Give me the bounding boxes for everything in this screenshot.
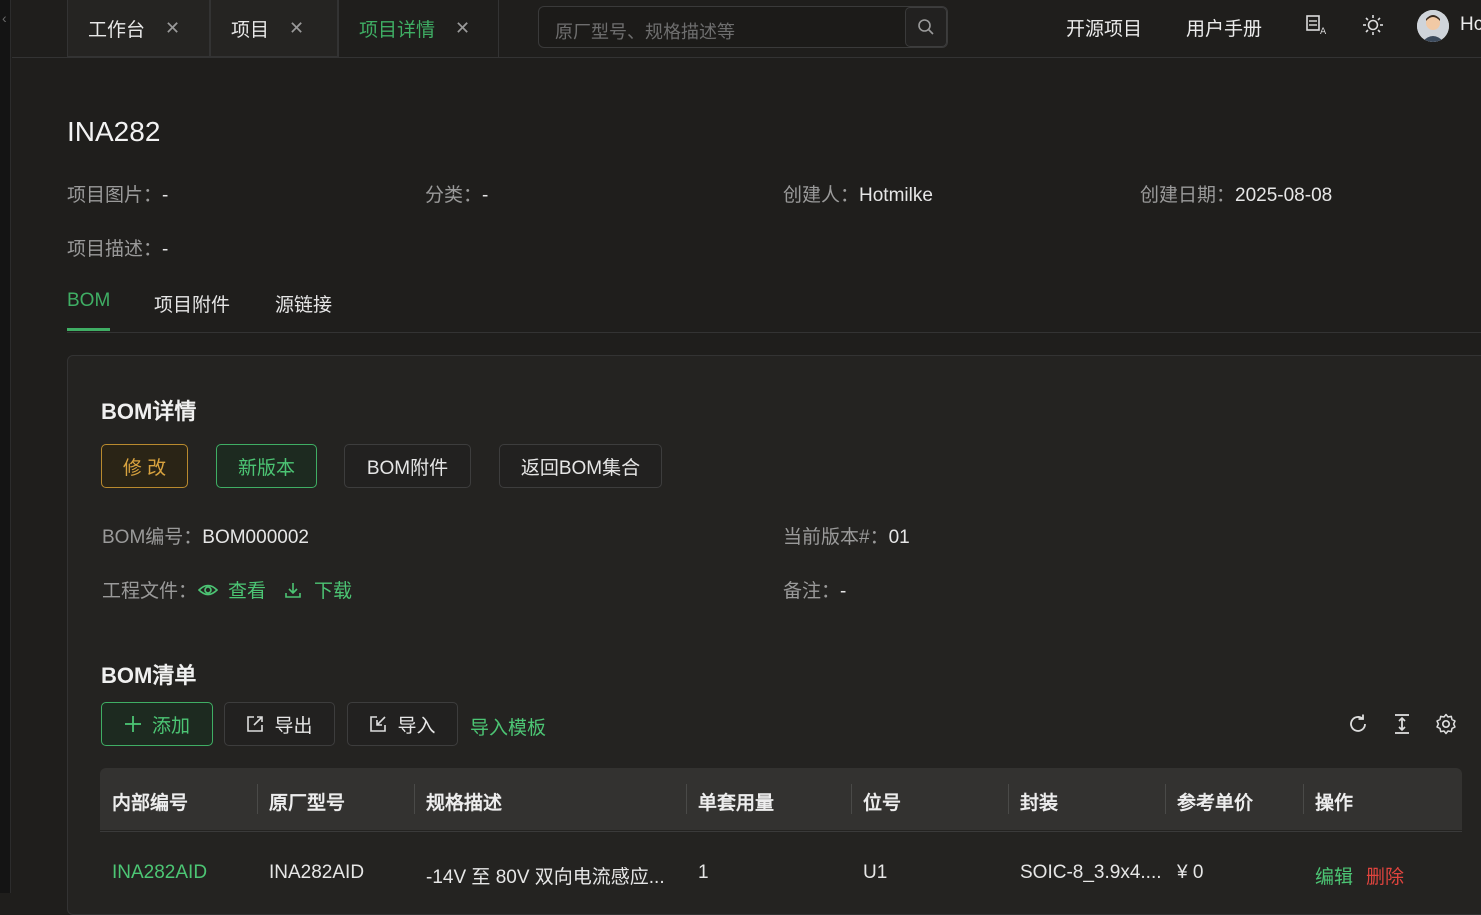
collapse-chevron-icon[interactable]: ‹ <box>2 10 7 26</box>
open-source-link[interactable]: 开源项目 <box>1066 14 1142 41</box>
creator-field: 创建人：Hotmilke <box>783 185 933 206</box>
refresh-icon[interactable] <box>1345 711 1371 737</box>
project-image-field: 项目图片：- <box>67 185 169 206</box>
search-input[interactable]: 原厂型号、规格描述等 <box>555 18 735 44</box>
column-header[interactable]: 单套用量 <box>698 788 774 815</box>
import-button[interactable]: 导入 <box>347 702 458 746</box>
back-to-bom-set-button[interactable]: 返回BOM集合 <box>499 444 662 488</box>
tab-bom[interactable]: BOM <box>67 290 111 331</box>
edit-button[interactable]: 修 改 <box>101 444 188 488</box>
new-version-button[interactable]: 新版本 <box>216 444 317 488</box>
mfr-part-cell: INA282AID <box>269 862 365 883</box>
close-icon[interactable]: ✕ <box>289 18 304 39</box>
bom-list-title: BOM清单 <box>101 663 197 688</box>
close-icon[interactable]: ✕ <box>455 18 470 39</box>
left-sidebar-strip: ‹ <box>0 0 11 893</box>
engineering-files-label: 工程文件： <box>102 581 198 602</box>
top-bar: 工作台 ✕ 项目 ✕ 项目详情 ✕ 原厂型号、规格描述等 开源项目 用户手册 A… <box>12 0 1481 58</box>
column-header[interactable]: 位号 <box>863 788 901 815</box>
tab-project-detail[interactable]: 项目详情 ✕ <box>338 0 499 57</box>
view-files-link[interactable]: 查看 <box>198 576 266 603</box>
package-cell: SOIC-8_3.9x4.... <box>1020 862 1162 883</box>
language-icon[interactable]: A <box>1302 10 1332 40</box>
column-header[interactable]: 参考单价 <box>1177 788 1253 815</box>
import-template-link[interactable]: 导入模板 <box>470 713 546 740</box>
search-icon <box>918 19 934 35</box>
spec-cell: -14V 至 80V 双向电流感应... <box>426 867 665 888</box>
column-divider <box>851 784 852 814</box>
tab-label: 项目 <box>231 19 270 41</box>
page-title: INA282 <box>67 116 161 147</box>
bom-attachments-button[interactable]: BOM附件 <box>344 444 471 488</box>
column-header[interactable]: 操作 <box>1315 788 1353 815</box>
add-button[interactable]: 添加 <box>101 702 213 746</box>
project-description-field: 项目描述：- <box>67 239 169 260</box>
bom-table-header: 内部编号 原厂型号 规格描述 单套用量 位号 封装 参考单价 操作 <box>100 768 1462 830</box>
username[interactable]: Hc <box>1460 14 1481 36</box>
close-icon[interactable]: ✕ <box>165 18 180 39</box>
export-button[interactable]: 导出 <box>224 702 335 746</box>
column-divider <box>1008 784 1009 814</box>
column-divider <box>1165 784 1166 814</box>
category-field: 分类：- <box>425 185 489 206</box>
detail-tabs: BOM 项目附件 源链接 <box>67 290 1481 333</box>
user-manual-link[interactable]: 用户手册 <box>1186 14 1262 41</box>
settings-gear-icon[interactable] <box>1433 711 1459 737</box>
row-delete-link[interactable]: 删除 <box>1366 862 1404 889</box>
created-date-field: 创建日期：2025-08-08 <box>1140 185 1333 206</box>
table-row[interactable]: INA282AID INA282AID -14V 至 80V 双向电流感应...… <box>100 831 1462 894</box>
eye-icon <box>198 584 218 595</box>
bom-detail-title: BOM详情 <box>101 399 197 424</box>
quantity-cell: 1 <box>698 862 709 883</box>
export-icon <box>246 715 264 733</box>
column-divider <box>257 784 258 814</box>
search-button[interactable] <box>905 7 947 47</box>
column-header[interactable]: 封装 <box>1020 788 1058 815</box>
avatar[interactable] <box>1417 10 1449 42</box>
bom-number-field: BOM编号：BOM000002 <box>102 527 309 548</box>
search-box[interactable]: 原厂型号、规格描述等 <box>538 6 948 48</box>
remark-field: 备注：- <box>783 581 847 602</box>
column-divider <box>686 784 687 814</box>
tab-label: 项目详情 <box>359 20 436 41</box>
download-files-link[interactable]: 下载 <box>284 576 352 603</box>
current-version-field: 当前版本#：01 <box>783 527 910 548</box>
column-divider <box>414 784 415 814</box>
column-header[interactable]: 规格描述 <box>426 788 502 815</box>
import-icon <box>369 715 387 733</box>
tab-source-links[interactable]: 源链接 <box>275 290 332 332</box>
column-header[interactable]: 原厂型号 <box>269 788 345 815</box>
price-cell: ¥ 0 <box>1177 862 1204 883</box>
designator-cell: U1 <box>863 862 888 883</box>
download-icon <box>285 582 301 598</box>
column-header[interactable]: 内部编号 <box>112 788 188 815</box>
tab-workbench[interactable]: 工作台 ✕ <box>67 0 210 57</box>
tab-label: 工作台 <box>88 19 146 41</box>
internal-number-link[interactable]: INA282AID <box>112 862 207 884</box>
plus-icon <box>124 715 142 733</box>
theme-sun-icon[interactable] <box>1358 10 1388 40</box>
row-edit-link[interactable]: 编辑 <box>1315 862 1353 889</box>
tab-project-attachments[interactable]: 项目附件 <box>154 290 230 332</box>
svg-text:A: A <box>1320 27 1327 36</box>
column-divider <box>1303 784 1304 814</box>
tab-projects[interactable]: 项目 ✕ <box>210 0 338 57</box>
column-height-icon[interactable] <box>1389 711 1415 737</box>
